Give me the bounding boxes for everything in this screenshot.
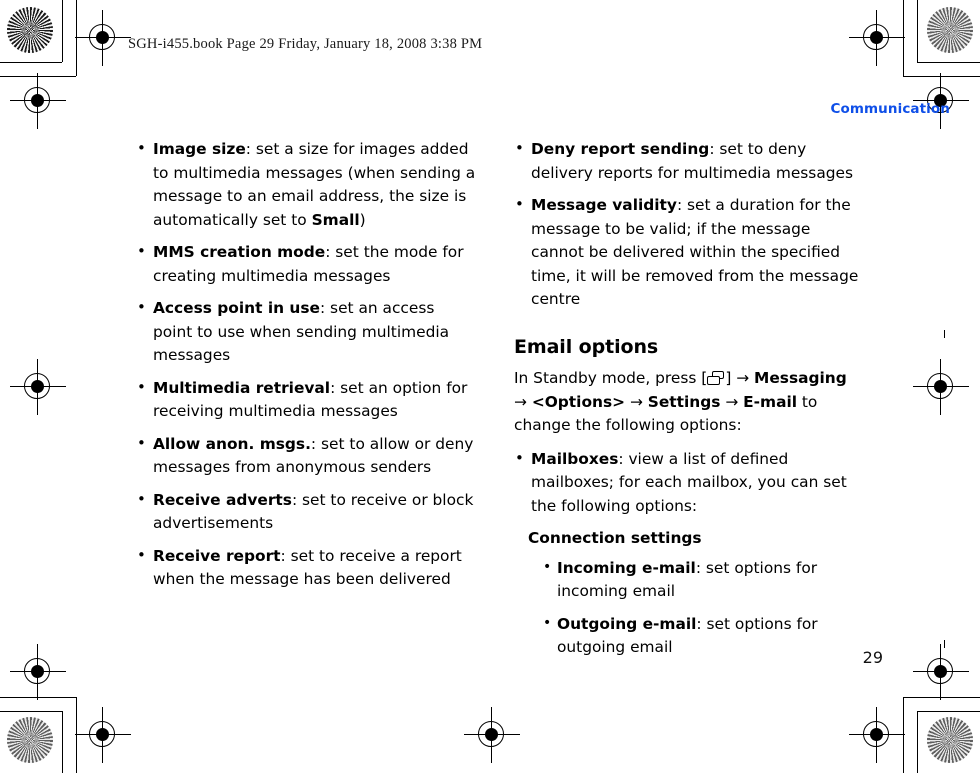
registration-mark-bottom-right <box>849 707 905 763</box>
mms-options-list: Image size: set a size for images added … <box>136 137 476 592</box>
option-term: Allow anon. msgs. <box>153 434 311 453</box>
list-item: Image size: set a size for images added … <box>136 137 476 232</box>
option-separator: : <box>325 243 336 261</box>
registration-mark-top-left <box>75 10 131 66</box>
option-separator: : <box>618 449 629 468</box>
option-term: Receive adverts <box>153 490 292 509</box>
list-item: Deny report sending: set to deny deliver… <box>514 137 860 185</box>
option-separator: : <box>291 490 303 509</box>
list-item: Message validity: set a duration for the… <box>514 193 860 312</box>
trim-rule <box>917 62 980 64</box>
option-separator: : <box>330 378 341 397</box>
option-separator: : <box>696 614 707 633</box>
registration-mark-bottom-center <box>464 707 520 763</box>
trim-rule <box>903 697 905 773</box>
trim-rule <box>944 330 946 338</box>
radial-star-target-top-left <box>7 7 53 53</box>
trim-rule <box>0 62 62 64</box>
arrow-icon: → <box>736 369 750 387</box>
option-separator: : <box>695 558 706 577</box>
trim-rule <box>903 697 980 699</box>
option-term: Access point in use <box>153 299 320 317</box>
trim-rule <box>917 711 980 713</box>
option-term: MMS creation mode <box>153 243 326 261</box>
option-term: Receive report <box>153 546 281 565</box>
registration-mark-mid-left <box>10 359 66 415</box>
trim-rule <box>903 0 905 76</box>
trim-rule <box>944 640 946 648</box>
menu-key-icon <box>707 371 725 386</box>
mms-options-list-continued: Deny report sending: set to deny deliver… <box>514 137 860 312</box>
arrow-icon: → <box>725 392 739 411</box>
trim-rule <box>903 76 980 78</box>
list-item: Mailboxes: view a list of defined mailbo… <box>514 447 860 519</box>
menu-step-messaging: Messaging <box>754 369 847 387</box>
option-term: Image size <box>153 140 246 158</box>
list-item: Outgoing e-mail: set options for outgoin… <box>542 612 860 660</box>
option-separator: : <box>319 299 331 317</box>
trim-rule <box>76 697 78 773</box>
trim-rule <box>62 711 64 773</box>
connection-settings-list: Incoming e-mail: set options for incomin… <box>542 556 860 660</box>
registration-mark-top-right <box>849 10 905 66</box>
running-head-chapter-title: Communication <box>830 101 950 117</box>
trim-rule <box>62 0 64 62</box>
list-item: Receive adverts: set to receive or block… <box>136 488 476 536</box>
page-number: 29 <box>862 648 883 667</box>
menu-step-options: <Options> <box>531 392 626 411</box>
list-item: Receive report: set to receive a report … <box>136 544 476 592</box>
list-item: MMS creation mode: set the mode for crea… <box>136 240 476 288</box>
trim-rule <box>76 0 78 76</box>
registration-mark-mid-right <box>913 359 969 415</box>
option-term: Incoming e-mail <box>557 558 696 577</box>
email-options-list: Mailboxes: view a list of defined mailbo… <box>514 447 860 519</box>
source-file-header: SGH-i455.book Page 29 Friday, January 18… <box>128 36 483 52</box>
option-separator: : <box>709 140 720 158</box>
option-description-tail: ) <box>359 210 366 229</box>
list-item: Allow anon. msgs.: set to allow or deny … <box>136 432 476 480</box>
option-term: Mailboxes <box>531 449 619 468</box>
section-heading-email-options: Email options <box>514 335 659 358</box>
option-separator: : <box>280 546 291 565</box>
radial-star-target-bottom-left <box>7 717 53 763</box>
menu-path-instruction: In Standby mode, press [] → Messaging → … <box>514 367 860 438</box>
option-inline-bold: Small <box>311 210 360 229</box>
option-term: Multimedia retrieval <box>153 378 331 397</box>
path-after-icon-text: ] <box>725 369 737 387</box>
option-separator: : <box>310 434 321 453</box>
trim-rule <box>0 697 76 699</box>
option-term: Outgoing e-mail <box>557 614 697 633</box>
left-text-column: Image size: set a size for images added … <box>136 137 476 601</box>
right-text-column: Deny report sending: set to deny deliver… <box>514 137 860 669</box>
list-item: Multimedia retrieval: set an option for … <box>136 376 476 424</box>
subheading-connection-settings: Connection settings <box>528 529 702 547</box>
menu-step-settings: Settings <box>647 392 721 411</box>
option-separator: : <box>245 140 256 158</box>
radial-star-target-bottom-right <box>927 717 973 763</box>
trim-rule <box>0 76 76 78</box>
registration-mark-bottom-left <box>75 707 131 763</box>
trim-rule <box>0 711 62 713</box>
list-item: Access point in use: set an access point… <box>136 296 476 368</box>
registration-mark-lower-right-side <box>913 644 969 700</box>
arrow-icon: → <box>629 392 643 411</box>
list-item: Incoming e-mail: set options for incomin… <box>542 556 860 604</box>
option-term: Message validity <box>531 196 677 214</box>
menu-step-email: E-mail <box>743 392 797 411</box>
option-term: Deny report sending <box>531 140 710 158</box>
trim-rule <box>917 711 919 773</box>
registration-mark-upper-left-side <box>10 73 66 129</box>
option-separator: : <box>676 196 688 214</box>
arrow-icon: → <box>514 392 527 411</box>
trim-rule <box>917 0 919 62</box>
radial-star-target-top-right <box>927 7 973 53</box>
path-lead-text: In Standby mode, press [ <box>514 369 708 387</box>
registration-mark-lower-left-side <box>10 644 66 700</box>
